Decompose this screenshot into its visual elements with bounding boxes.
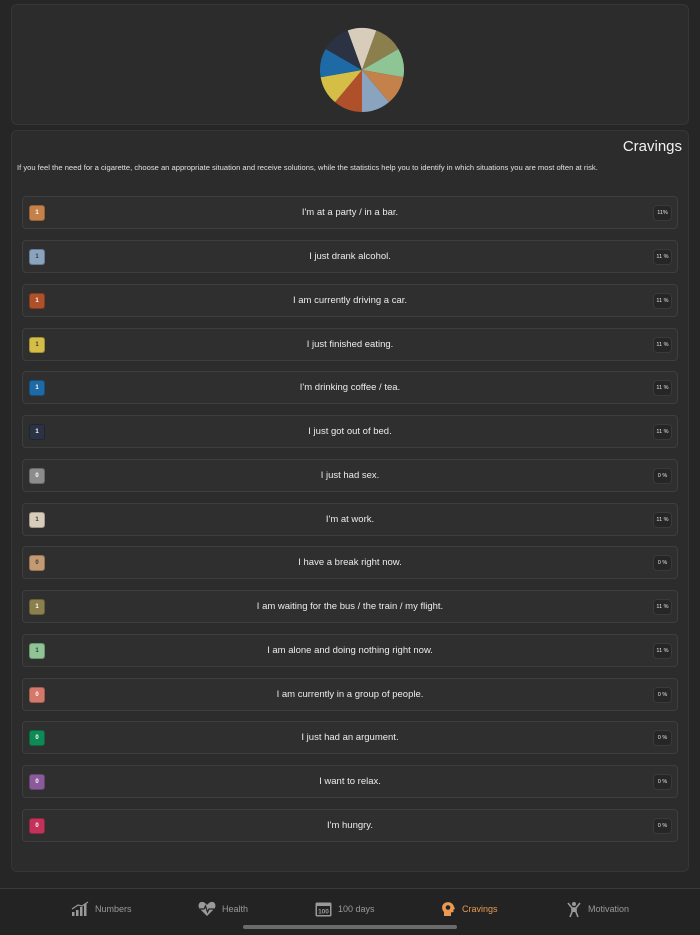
- tab-cravings[interactable]: Cravings: [441, 900, 498, 918]
- craving-label: I just had an argument.: [301, 732, 399, 743]
- cravings-pie-chart: [320, 28, 404, 112]
- craving-row-work[interactable]: 1 I'm at work. 11 %: [22, 503, 678, 536]
- count-badge: 1: [29, 293, 45, 309]
- craving-label: I am waiting for the bus / the train / m…: [256, 601, 444, 612]
- percent-badge: 0 %: [653, 468, 672, 484]
- percent-badge: 0 %: [653, 818, 672, 834]
- percent-badge: 11 %: [653, 293, 672, 309]
- tab-health[interactable]: Health: [198, 900, 248, 918]
- craving-label: I just finished eating.: [306, 339, 394, 350]
- head-icon: [442, 902, 455, 916]
- person-icon: [567, 901, 581, 917]
- craving-row-waiting[interactable]: 1 I am waiting for the bus / the train /…: [22, 590, 678, 623]
- craving-row-sex[interactable]: 0 I just had sex. 0 %: [22, 459, 678, 492]
- craving-row-alone[interactable]: 1 I am alone and doing nothing right now…: [22, 634, 678, 667]
- tab-label: Cravings: [462, 904, 498, 914]
- craving-label: I am alone and doing nothing right now.: [267, 645, 433, 656]
- percent-badge: 11 %: [653, 249, 672, 265]
- craving-row-break[interactable]: 0 I have a break right now. 0 %: [22, 546, 678, 579]
- percent-badge: 0 %: [653, 687, 672, 703]
- craving-row-relax[interactable]: 0 I want to relax. 0 %: [22, 765, 678, 798]
- craving-label: I'm hungry.: [327, 820, 373, 831]
- tab-100-days[interactable]: 100 100 days: [315, 900, 375, 918]
- percent-badge: 11 %: [653, 643, 672, 659]
- craving-row-driving[interactable]: 1 I am currently driving a car. 11 %: [22, 284, 678, 317]
- percent-badge: 0 %: [653, 774, 672, 790]
- count-badge: 0: [29, 730, 45, 746]
- count-badge: 1: [29, 424, 45, 440]
- tab-label: 100 days: [338, 904, 375, 914]
- count-badge: 1: [29, 599, 45, 615]
- count-badge: 0: [29, 555, 45, 571]
- count-badge: 1: [29, 205, 45, 221]
- svg-text:100: 100: [318, 909, 329, 916]
- craving-row-bed[interactable]: 1 I just got out of bed. 11 %: [22, 415, 678, 448]
- percent-badge: 11 %: [653, 424, 672, 440]
- page-title: Cravings: [622, 138, 682, 155]
- percent-badge: 11 %: [653, 599, 672, 615]
- craving-row-coffee[interactable]: 1 I'm drinking coffee / tea. 11 %: [22, 371, 678, 404]
- craving-row-party[interactable]: 1 I'm at a party / in a bar. 11%: [22, 196, 678, 229]
- craving-label: I just drank alcohol.: [309, 251, 391, 262]
- count-badge: 0: [29, 774, 45, 790]
- tab-label: Motivation: [588, 904, 630, 914]
- percent-badge: 11 %: [653, 512, 672, 528]
- percent-badge: 11%: [653, 205, 672, 221]
- chart-icon: [71, 901, 89, 916]
- percent-badge: 11 %: [653, 380, 672, 396]
- craving-row-alcohol[interactable]: 1 I just drank alcohol. 11 %: [22, 240, 678, 273]
- craving-label: I'm at a party / in a bar.: [301, 207, 399, 218]
- count-badge: 0: [29, 468, 45, 484]
- craving-row-eating[interactable]: 1 I just finished eating. 11 %: [22, 328, 678, 361]
- count-badge: 1: [29, 512, 45, 528]
- craving-label: I just had sex.: [320, 470, 380, 481]
- count-badge: 0: [29, 818, 45, 834]
- craving-label: I'm drinking coffee / tea.: [299, 382, 401, 393]
- craving-label: I just got out of bed.: [308, 426, 392, 437]
- cravings-card: Cravings If you feel the need for a ciga…: [11, 130, 689, 872]
- tab-motivation[interactable]: Motivation: [566, 900, 629, 918]
- tab-label: Health: [222, 904, 249, 914]
- calendar-icon: 100: [315, 902, 332, 917]
- craving-label: I am currently in a group of people.: [276, 689, 424, 700]
- craving-label: I am currently driving a car.: [292, 295, 408, 306]
- count-badge: 1: [29, 380, 45, 396]
- chart-card: [11, 4, 689, 125]
- home-indicator: [243, 925, 457, 929]
- craving-label: I want to relax.: [319, 776, 381, 787]
- craving-row-hungry[interactable]: 0 I'm hungry. 0 %: [22, 809, 678, 842]
- count-badge: 1: [29, 337, 45, 353]
- percent-badge: 0 %: [653, 730, 672, 746]
- tab-label: Numbers: [95, 904, 132, 914]
- tab-numbers[interactable]: Numbers: [71, 900, 132, 918]
- count-badge: 0: [29, 687, 45, 703]
- count-badge: 1: [29, 249, 45, 265]
- craving-row-argument[interactable]: 0 I just had an argument. 0 %: [22, 721, 678, 754]
- heart-icon: [198, 901, 216, 916]
- percent-badge: 0 %: [653, 555, 672, 571]
- cravings-description: If you feel the need for a cigarette, ch…: [17, 163, 598, 172]
- craving-label: I'm at work.: [325, 514, 375, 525]
- count-badge: 1: [29, 643, 45, 659]
- craving-row-group[interactable]: 0 I am currently in a group of people. 0…: [22, 678, 678, 711]
- craving-label: I have a break right now.: [298, 557, 402, 568]
- percent-badge: 11 %: [653, 337, 672, 353]
